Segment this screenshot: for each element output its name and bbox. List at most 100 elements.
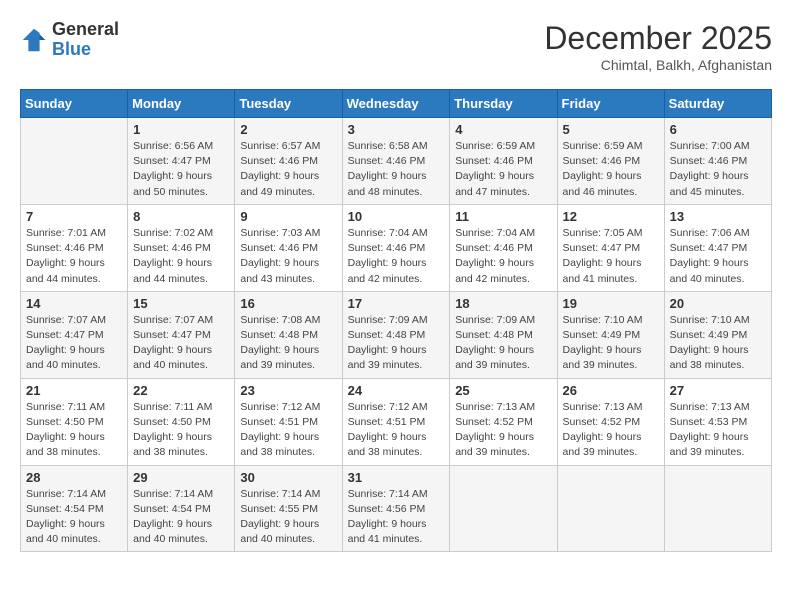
day-number: 17 bbox=[348, 296, 445, 311]
day-info: Sunrise: 7:11 AMSunset: 4:50 PMDaylight:… bbox=[26, 400, 122, 461]
calendar-cell: 30 Sunrise: 7:14 AMSunset: 4:55 PMDayligh… bbox=[235, 465, 342, 552]
calendar-cell: 4 Sunrise: 6:59 AMSunset: 4:46 PMDaylight… bbox=[450, 118, 557, 205]
calendar-cell: 12 Sunrise: 7:05 AMSunset: 4:47 PMDayligh… bbox=[557, 204, 664, 291]
day-info: Sunrise: 7:01 AMSunset: 4:46 PMDaylight:… bbox=[26, 226, 122, 287]
day-number: 20 bbox=[670, 296, 766, 311]
day-info: Sunrise: 7:14 AMSunset: 4:54 PMDaylight:… bbox=[133, 487, 229, 548]
day-number: 23 bbox=[240, 383, 336, 398]
day-number: 29 bbox=[133, 470, 229, 485]
location-title: Chimtal, Balkh, Afghanistan bbox=[544, 57, 772, 73]
day-number: 21 bbox=[26, 383, 122, 398]
day-number: 31 bbox=[348, 470, 445, 485]
day-info: Sunrise: 7:14 AMSunset: 4:55 PMDaylight:… bbox=[240, 487, 336, 548]
day-info: Sunrise: 7:08 AMSunset: 4:48 PMDaylight:… bbox=[240, 313, 336, 374]
column-header-friday: Friday bbox=[557, 90, 664, 118]
day-info: Sunrise: 7:05 AMSunset: 4:47 PMDaylight:… bbox=[563, 226, 659, 287]
day-info: Sunrise: 7:12 AMSunset: 4:51 PMDaylight:… bbox=[348, 400, 445, 461]
day-number: 12 bbox=[563, 209, 659, 224]
calendar-cell: 13 Sunrise: 7:06 AMSunset: 4:47 PMDayligh… bbox=[664, 204, 771, 291]
calendar-week-row: 28 Sunrise: 7:14 AMSunset: 4:54 PMDayligh… bbox=[21, 465, 772, 552]
logo: General Blue bbox=[20, 20, 119, 60]
column-header-saturday: Saturday bbox=[664, 90, 771, 118]
day-info: Sunrise: 7:11 AMSunset: 4:50 PMDaylight:… bbox=[133, 400, 229, 461]
day-info: Sunrise: 7:04 AMSunset: 4:46 PMDaylight:… bbox=[455, 226, 551, 287]
calendar-week-row: 7Sunrise: 7:01 AMSunset: 4:46 PMDaylight… bbox=[21, 204, 772, 291]
calendar-cell: 25 Sunrise: 7:13 AMSunset: 4:52 PMDayligh… bbox=[450, 378, 557, 465]
day-info: Sunrise: 6:58 AMSunset: 4:46 PMDaylight:… bbox=[348, 139, 445, 200]
day-number: 25 bbox=[455, 383, 551, 398]
calendar-cell: 22 Sunrise: 7:11 AMSunset: 4:50 PMDayligh… bbox=[128, 378, 235, 465]
day-number: 27 bbox=[670, 383, 766, 398]
day-info: Sunrise: 7:07 AMSunset: 4:47 PMDaylight:… bbox=[133, 313, 229, 374]
calendar-cell: 28 Sunrise: 7:14 AMSunset: 4:54 PMDayligh… bbox=[21, 465, 128, 552]
logo-icon bbox=[20, 26, 48, 54]
column-header-thursday: Thursday bbox=[450, 90, 557, 118]
calendar-cell: 14 Sunrise: 7:07 AMSunset: 4:47 PMDayligh… bbox=[21, 291, 128, 378]
day-info: Sunrise: 6:57 AMSunset: 4:46 PMDaylight:… bbox=[240, 139, 336, 200]
day-number: 3 bbox=[348, 122, 445, 137]
day-info: Sunrise: 7:02 AMSunset: 4:46 PMDaylight:… bbox=[133, 226, 229, 287]
day-number: 13 bbox=[670, 209, 766, 224]
day-number: 30 bbox=[240, 470, 336, 485]
day-number: 6 bbox=[670, 122, 766, 137]
day-info: Sunrise: 7:09 AMSunset: 4:48 PMDaylight:… bbox=[348, 313, 445, 374]
day-number: 9 bbox=[240, 209, 336, 224]
day-number: 28 bbox=[26, 470, 122, 485]
logo-blue: Blue bbox=[52, 39, 91, 59]
day-number: 4 bbox=[455, 122, 551, 137]
day-info: Sunrise: 7:13 AMSunset: 4:53 PMDaylight:… bbox=[670, 400, 766, 461]
calendar-cell: 24Sunrise: 7:12 AMSunset: 4:51 PMDayligh… bbox=[342, 378, 450, 465]
calendar-cell: 16Sunrise: 7:08 AMSunset: 4:48 PMDayligh… bbox=[235, 291, 342, 378]
calendar-cell bbox=[450, 465, 557, 552]
calendar-cell: 20 Sunrise: 7:10 AMSunset: 4:49 PMDayligh… bbox=[664, 291, 771, 378]
day-info: Sunrise: 7:13 AMSunset: 4:52 PMDaylight:… bbox=[455, 400, 551, 461]
calendar-cell: 31 Sunrise: 7:14 AMSunset: 4:56 PMDayligh… bbox=[342, 465, 450, 552]
calendar-cell: 9 Sunrise: 7:03 AMSunset: 4:46 PMDaylight… bbox=[235, 204, 342, 291]
calendar-cell bbox=[664, 465, 771, 552]
calendar-cell: 19Sunrise: 7:10 AMSunset: 4:49 PMDayligh… bbox=[557, 291, 664, 378]
day-number: 14 bbox=[26, 296, 122, 311]
day-info: Sunrise: 7:14 AMSunset: 4:56 PMDaylight:… bbox=[348, 487, 445, 548]
column-header-monday: Monday bbox=[128, 90, 235, 118]
day-info: Sunrise: 7:06 AMSunset: 4:47 PMDaylight:… bbox=[670, 226, 766, 287]
day-number: 11 bbox=[455, 209, 551, 224]
calendar-cell: 2Sunrise: 6:57 AMSunset: 4:46 PMDaylight… bbox=[235, 118, 342, 205]
calendar-cell: 11 Sunrise: 7:04 AMSunset: 4:46 PMDayligh… bbox=[450, 204, 557, 291]
calendar-cell: 29 Sunrise: 7:14 AMSunset: 4:54 PMDayligh… bbox=[128, 465, 235, 552]
day-info: Sunrise: 7:14 AMSunset: 4:54 PMDaylight:… bbox=[26, 487, 122, 548]
day-info: Sunrise: 7:09 AMSunset: 4:48 PMDaylight:… bbox=[455, 313, 551, 374]
calendar-cell: 3 Sunrise: 6:58 AMSunset: 4:46 PMDaylight… bbox=[342, 118, 450, 205]
day-info: Sunrise: 7:10 AMSunset: 4:49 PMDaylight:… bbox=[563, 313, 659, 374]
month-title: December 2025 bbox=[544, 20, 772, 57]
calendar-week-row: 21 Sunrise: 7:11 AMSunset: 4:50 PMDayligh… bbox=[21, 378, 772, 465]
day-number: 10 bbox=[348, 209, 445, 224]
calendar-cell: 6 Sunrise: 7:00 AMSunset: 4:46 PMDaylight… bbox=[664, 118, 771, 205]
calendar-cell: 26Sunrise: 7:13 AMSunset: 4:52 PMDayligh… bbox=[557, 378, 664, 465]
calendar-cell: 23 Sunrise: 7:12 AMSunset: 4:51 PMDayligh… bbox=[235, 378, 342, 465]
day-number: 22 bbox=[133, 383, 229, 398]
day-number: 15 bbox=[133, 296, 229, 311]
day-number: 18 bbox=[455, 296, 551, 311]
day-info: Sunrise: 6:59 AMSunset: 4:46 PMDaylight:… bbox=[563, 139, 659, 200]
day-info: Sunrise: 7:00 AMSunset: 4:46 PMDaylight:… bbox=[670, 139, 766, 200]
calendar-cell: 15 Sunrise: 7:07 AMSunset: 4:47 PMDayligh… bbox=[128, 291, 235, 378]
calendar-cell: 5 Sunrise: 6:59 AMSunset: 4:46 PMDaylight… bbox=[557, 118, 664, 205]
day-info: Sunrise: 7:10 AMSunset: 4:49 PMDaylight:… bbox=[670, 313, 766, 374]
calendar-cell: 8Sunrise: 7:02 AMSunset: 4:46 PMDaylight… bbox=[128, 204, 235, 291]
column-header-tuesday: Tuesday bbox=[235, 90, 342, 118]
day-info: Sunrise: 7:07 AMSunset: 4:47 PMDaylight:… bbox=[26, 313, 122, 374]
calendar-header-row: SundayMondayTuesdayWednesdayThursdayFrid… bbox=[21, 90, 772, 118]
column-header-sunday: Sunday bbox=[21, 90, 128, 118]
calendar-cell: 21 Sunrise: 7:11 AMSunset: 4:50 PMDayligh… bbox=[21, 378, 128, 465]
calendar-week-row: 1Sunrise: 6:56 AMSunset: 4:47 PMDaylight… bbox=[21, 118, 772, 205]
page-header: General Blue December 2025 Chimtal, Balk… bbox=[20, 20, 772, 73]
title-block: December 2025 Chimtal, Balkh, Afghanista… bbox=[544, 20, 772, 73]
day-info: Sunrise: 7:13 AMSunset: 4:52 PMDaylight:… bbox=[563, 400, 659, 461]
day-info: Sunrise: 7:12 AMSunset: 4:51 PMDaylight:… bbox=[240, 400, 336, 461]
calendar-cell: 17 Sunrise: 7:09 AMSunset: 4:48 PMDayligh… bbox=[342, 291, 450, 378]
day-info: Sunrise: 7:03 AMSunset: 4:46 PMDaylight:… bbox=[240, 226, 336, 287]
calendar-cell bbox=[557, 465, 664, 552]
logo-general: General bbox=[52, 19, 119, 39]
day-info: Sunrise: 6:59 AMSunset: 4:46 PMDaylight:… bbox=[455, 139, 551, 200]
day-number: 5 bbox=[563, 122, 659, 137]
